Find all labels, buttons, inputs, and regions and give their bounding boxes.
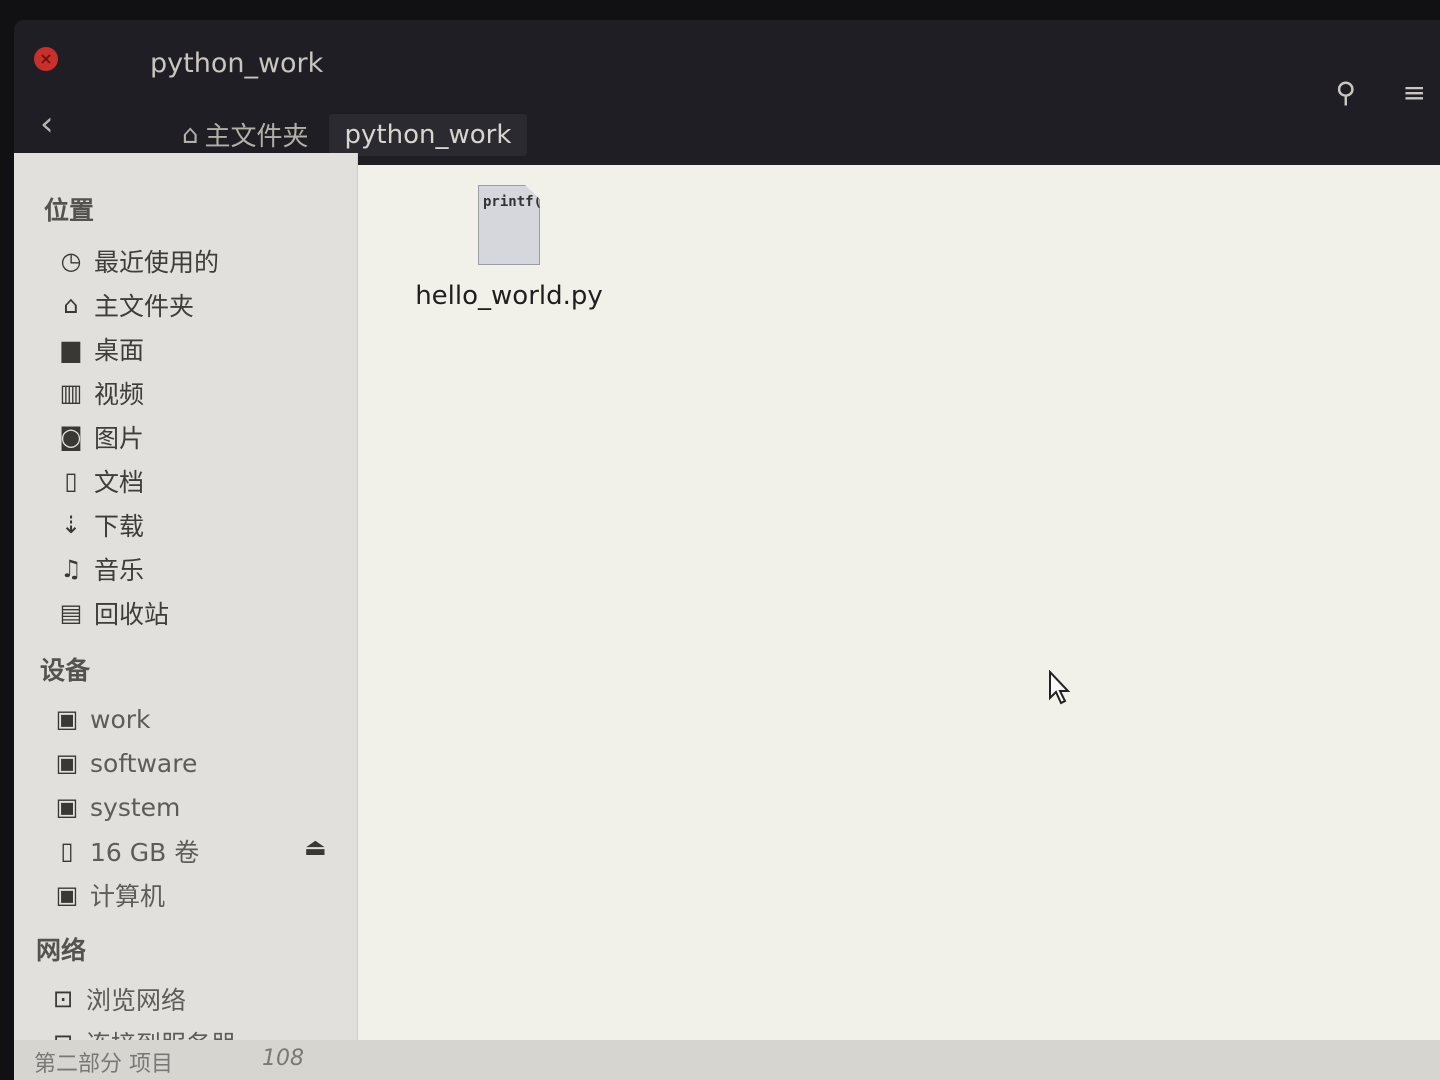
sidebar-item-label: 桌面 [94, 336, 145, 365]
close-button[interactable]: × [34, 47, 58, 71]
clock-icon: ◷ [60, 247, 82, 275]
breadcrumb: ⌂ 主文件夹 python_work [170, 110, 528, 159]
computer-icon: ▣ [55, 881, 79, 909]
home-icon: ⌂ [182, 119, 199, 150]
file-view[interactable]: printf( hello_world.py [358, 165, 1440, 1045]
sidebar-item-devices[interactable]: ▣ 计算机 [52, 877, 165, 913]
sidebar-item-places[interactable]: ⇣ 下载 [56, 507, 144, 543]
sidebar-item-label: software [90, 748, 198, 778]
sidebar-item-label: 下载 [94, 512, 145, 541]
drive-icon: ▣ [55, 705, 79, 733]
sidebar-section-header: 网络 [36, 936, 87, 965]
sidebar: 位置 ◷ 最近使用的 ⌂ 主文件夹 ▆ 桌面 ▥ 视频 ◙ 图片 ▯ 文档 ⇣ 下载 ♫ 音乐 ▤ 回收站 设备 ▣ wo… [14, 153, 358, 1059]
sidebar-item-label: 图片 [94, 424, 145, 453]
sidebar-item-devices[interactable]: ▣ work [52, 701, 151, 737]
music-icon: ♫ [60, 555, 82, 583]
home-icon: ⌂ [63, 291, 79, 319]
breadcrumb-current[interactable]: python_work [328, 113, 528, 156]
sidebar-item-label: 音乐 [94, 556, 145, 585]
download-icon: ⇣ [60, 511, 82, 539]
camera-icon: ◙ [59, 423, 83, 451]
trash-icon: ▤ [59, 599, 83, 627]
menu-icon[interactable]: ≡ [1403, 76, 1426, 109]
window-title: python_work [150, 48, 324, 79]
breadcrumb-home[interactable]: ⌂ 主文件夹 [170, 110, 321, 159]
sidebar-item-devices[interactable]: ▣ system [52, 789, 181, 825]
close-icon: × [39, 49, 53, 68]
drive-icon: ▣ [55, 749, 79, 777]
sidebar-item-label: 文档 [94, 468, 145, 497]
sidebar-item-label: 视频 [94, 380, 145, 409]
network-icon: ⊡ [52, 985, 74, 1013]
sidebar-item-label: 计算机 [90, 882, 166, 911]
title-bar: × python_work [14, 20, 1440, 100]
status-number: 108 [262, 1046, 304, 1071]
sidebar-item-label: system [90, 792, 181, 822]
sidebar-item-devices[interactable]: ▣ software [52, 745, 198, 781]
sidebar-item-label: 浏览网络 [86, 986, 187, 1015]
sidebar-section-header: 设备 [40, 656, 91, 685]
file-preview-text: printf( [483, 194, 543, 210]
python-file-icon: printf( [478, 185, 540, 265]
breadcrumb-home-label: 主文件夹 [204, 122, 309, 152]
sidebar-section-header: 位置 [44, 196, 95, 225]
sidebar-item-places[interactable]: ◙ 图片 [56, 419, 144, 455]
file-manager-window: × python_work ‹ ⌂ 主文件夹 python_work ⚲ ≡ 位… [14, 20, 1440, 1080]
film-icon: ▥ [59, 379, 83, 407]
sidebar-item-places[interactable]: ♫ 音乐 [56, 551, 144, 587]
sidebar-item-label: 回收站 [94, 600, 170, 629]
sidebar-item-places[interactable]: ◷ 最近使用的 [56, 243, 220, 279]
search-icon[interactable]: ⚲ [1335, 76, 1356, 109]
mouse-cursor-icon [1049, 670, 1071, 705]
chevron-left-icon: ‹ [40, 104, 54, 144]
sidebar-item-label: work [90, 704, 151, 734]
file-name: hello_world.py [415, 281, 603, 311]
usb-drive-icon: ▯ [60, 837, 74, 865]
status-text: 第二部分 项目 [34, 1052, 173, 1077]
file-item[interactable]: printf( hello_world.py [414, 185, 604, 311]
sidebar-item-network[interactable]: ⊡ 浏览网络 [48, 981, 186, 1017]
drive-icon: ▣ [55, 793, 79, 821]
back-button[interactable]: ‹ [40, 104, 54, 144]
sidebar-item-label: 最近使用的 [94, 248, 220, 277]
sidebar-item-places[interactable]: ▥ 视频 [56, 375, 144, 411]
sidebar-item-label: 16 GB 卷 [90, 838, 200, 867]
sidebar-item-places[interactable]: ⌂ 主文件夹 [56, 287, 194, 323]
status-bar: 第二部分 项目 108 [14, 1040, 1440, 1080]
folder-icon: ▆ [61, 335, 81, 363]
sidebar-item-label: 主文件夹 [94, 292, 195, 321]
sidebar-item-places[interactable]: ▯ 文档 [56, 463, 144, 499]
eject-icon[interactable]: ⏏ [304, 833, 327, 861]
sidebar-item-places[interactable]: ▆ 桌面 [56, 331, 144, 367]
sidebar-item-devices[interactable]: ▯ 16 GB 卷 [52, 833, 199, 869]
sidebar-item-places[interactable]: ▤ 回收站 [56, 595, 169, 631]
document-icon: ▯ [64, 467, 78, 495]
